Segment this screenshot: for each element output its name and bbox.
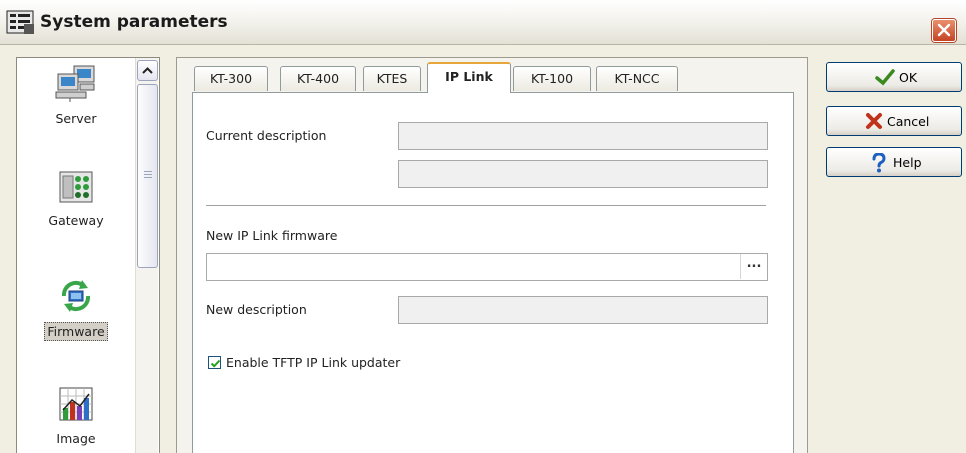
tab-kt-300[interactable]: KT-300 <box>194 66 268 91</box>
tab-ip-link[interactable]: IP Link <box>427 62 511 93</box>
current-description-label: Current description <box>206 128 327 143</box>
sidebar-item-label: Firmware <box>44 322 108 341</box>
vertical-scrollbar[interactable] <box>135 58 158 453</box>
new-description-field <box>398 296 768 324</box>
tab-label: KTES <box>376 71 408 86</box>
sidebar-item-label: Image <box>56 431 96 446</box>
chevron-up-icon <box>142 67 153 74</box>
help-question-icon <box>872 153 886 173</box>
cancel-label: Cancel <box>887 114 930 129</box>
firmware-path-input[interactable] <box>206 253 768 281</box>
close-button[interactable] <box>932 19 956 42</box>
scroll-up-button[interactable] <box>137 60 158 81</box>
window-title: System parameters <box>40 12 228 32</box>
tab-ktes[interactable]: KTES <box>363 66 421 91</box>
help-label: Help <box>893 155 922 170</box>
image-chart-icon <box>59 387 93 421</box>
server-icon <box>55 65 95 102</box>
tab-label: KT-300 <box>209 71 253 86</box>
close-icon <box>937 23 951 37</box>
grip-icon <box>144 171 152 180</box>
tab-label: KT-NCC <box>614 71 660 86</box>
section-divider <box>206 205 766 206</box>
app-icon <box>6 10 34 34</box>
browse-button[interactable]: ... <box>740 254 767 279</box>
tab-label: IP Link <box>445 69 493 84</box>
firmware-path-label: New IP Link firmware <box>206 228 338 243</box>
gateway-icon <box>59 171 93 203</box>
checkmark-icon <box>210 359 221 368</box>
firmware-icon <box>61 280 91 312</box>
current-description-field-2 <box>398 160 768 188</box>
tab-kt-ncc[interactable]: KT-NCC <box>596 66 678 91</box>
sidebar-item-firmware[interactable]: Firmware <box>17 276 135 341</box>
sidebar-item-image[interactable]: Image <box>17 384 135 447</box>
cancel-x-icon <box>866 113 882 129</box>
ok-label: OK <box>899 70 918 85</box>
current-description-field-1 <box>398 122 768 150</box>
tftp-updater-checkbox[interactable] <box>208 356 221 369</box>
help-button[interactable]: Help <box>826 147 962 177</box>
tab-label: KT-400 <box>296 71 340 86</box>
tftp-updater-label[interactable]: Enable TFTP IP Link updater <box>226 355 400 370</box>
title-bar: System parameters <box>0 0 966 45</box>
sidebar-item-server[interactable]: Server <box>17 64 135 127</box>
cancel-button[interactable]: Cancel <box>826 106 962 136</box>
checkmark-icon <box>875 69 895 86</box>
new-description-label: New description <box>206 302 307 317</box>
scroll-thumb[interactable] <box>137 84 158 268</box>
ok-button[interactable]: OK <box>826 62 962 92</box>
tab-kt-400[interactable]: KT-400 <box>280 66 356 91</box>
tab-kt-100[interactable]: KT-100 <box>513 66 591 91</box>
sidebar-item-label: Server <box>55 111 97 126</box>
category-list[interactable]: Server Gateway Firmware Image <box>16 57 160 453</box>
tab-label: KT-100 <box>530 71 574 86</box>
sidebar-item-gateway[interactable]: Gateway <box>17 168 135 229</box>
sidebar-item-label: Gateway <box>48 213 104 228</box>
